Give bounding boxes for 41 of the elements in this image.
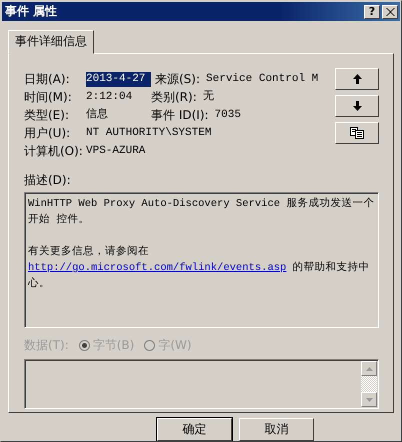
- help-button[interactable]: ?: [364, 4, 380, 18]
- description-box[interactable]: WinHTTP Web Proxy Auto-Discovery Service 服务成功发送一个开始 控件。 有关更多信息，请参阅在 http://go.microsoft.com/fwlink/events.asp 的帮助和支持中心。: [24, 192, 379, 328]
- field-value: 无: [202, 90, 214, 105]
- field-value: 2013-4-27: [86, 72, 151, 87]
- dialog-button[interactable]: 取消: [239, 418, 314, 441]
- field-label: 来源(S):: [155, 71, 200, 88]
- window-title: 事件 属性: [5, 3, 58, 20]
- field-value: Service Control M: [206, 72, 318, 87]
- description-text: 有关更多信息，请参阅在 http://go.microsoft.com/fwlink/events.asp 的帮助和支持中心。: [28, 244, 371, 292]
- field-label: 用户(U):: [24, 125, 72, 142]
- up-arrow-icon: [352, 74, 362, 84]
- dialog-button[interactable]: 确定: [157, 418, 232, 441]
- next-button[interactable]: [335, 95, 379, 117]
- field-label: 事件 ID(I):: [151, 107, 209, 124]
- field-label: 类型(E):: [24, 107, 70, 124]
- previous-button[interactable]: [335, 68, 379, 90]
- description-text: WinHTTP Web Proxy Auto-Discovery Service 服务成功发送一个开始 控件。: [28, 196, 375, 228]
- copy-icon: [350, 127, 364, 139]
- scroll-bar[interactable]: [361, 361, 377, 407]
- field-value: VPS-AZURA: [86, 144, 146, 159]
- radio-label: 字节(B): [92, 336, 134, 354]
- field-label: 时间(M):: [24, 89, 73, 106]
- copy-button[interactable]: [335, 122, 379, 144]
- field-label: 日期(A):: [24, 71, 71, 88]
- help-link[interactable]: http://go.microsoft.com/fwlink/events.asp: [28, 262, 286, 274]
- data-box[interactable]: [24, 359, 379, 409]
- field-label: 计算机(O):: [24, 143, 84, 160]
- description-label: 描述(D):: [24, 172, 72, 189]
- scroll-up-icon: [366, 366, 372, 370]
- field-value: NT AUTHORITY\SYSTEM: [86, 126, 212, 141]
- close-button[interactable]: [382, 4, 398, 18]
- close-icon: [386, 8, 394, 16]
- radio-label: 字(W): [158, 336, 192, 354]
- field-value: 信息: [86, 108, 109, 123]
- down-arrow-icon: [352, 101, 362, 111]
- field-value: 7035: [214, 108, 241, 123]
- tab[interactable]: 事件详细信息: [8, 30, 94, 54]
- field-value: 2:12:04: [86, 90, 134, 105]
- field-label: 类别(R):: [151, 89, 197, 106]
- scroll-down-icon: [366, 398, 372, 402]
- data-label: 数据(T):: [24, 336, 69, 354]
